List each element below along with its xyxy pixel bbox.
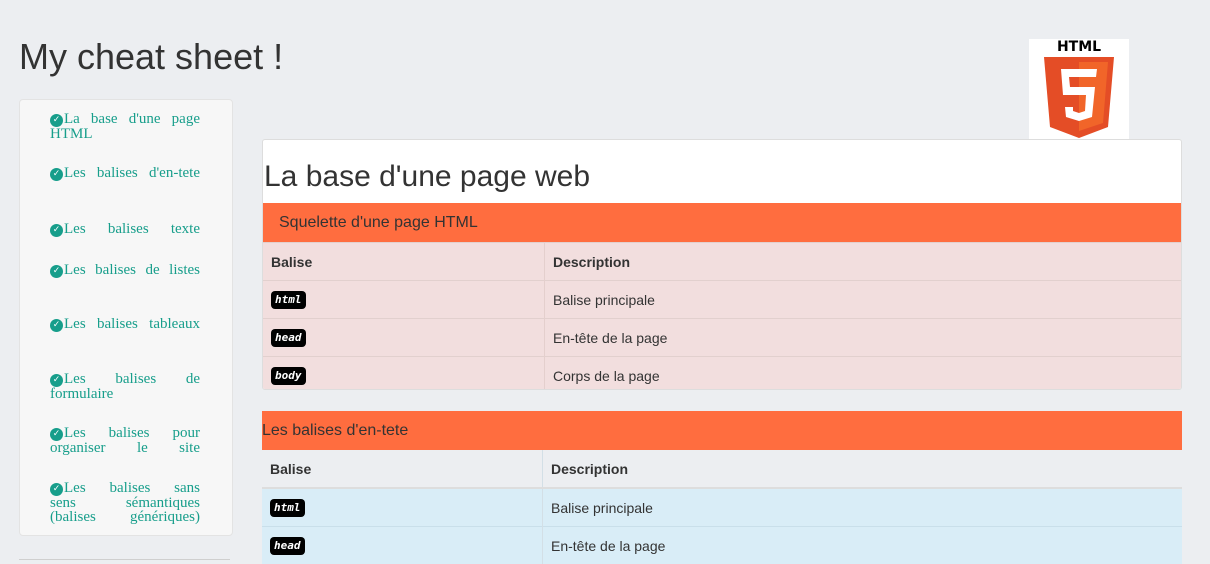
sidebar-nav: ✓La base d'une page HTML ✓Les balises d'… — [19, 99, 233, 536]
tag-code: head — [270, 537, 305, 555]
section-base-page: La base d'une page web Squelette d'une p… — [262, 139, 1182, 390]
sidebar-item-tableaux[interactable]: ✓Les balises tableaux — [50, 317, 200, 332]
tags-table: Balise Description html Balise principal… — [263, 242, 1182, 390]
table-row: head En-tête de la page — [263, 319, 1182, 357]
check-circle-icon: ✓ — [50, 168, 63, 181]
section-title: La base d'une page web — [264, 160, 590, 194]
tag-description: En-tête de la page — [543, 527, 1183, 564]
table-header-row: Balise Description — [262, 450, 1182, 488]
sidebar-item-texte[interactable]: ✓Les balises texte — [50, 222, 200, 237]
tag-description: Corps de la page — [545, 357, 1183, 391]
sidebar-item-entete[interactable]: ✓Les balises d'en-tete — [50, 166, 200, 181]
tag-code: html — [270, 499, 305, 517]
check-circle-icon: ✓ — [50, 319, 63, 332]
table-row: html Balise principale — [262, 488, 1182, 527]
html5-logo: HTML — [1029, 39, 1129, 139]
section-bar-entete: Les balises d'en-tete — [262, 411, 1182, 450]
sidebar-item-label: Les balises de formulaire — [50, 371, 200, 402]
table-row: body Corps de la page — [263, 357, 1182, 391]
tag-description: Balise principale — [543, 488, 1183, 527]
tags-table-entete: Balise Description html Balise principal… — [262, 450, 1182, 564]
page-title: My cheat sheet ! — [19, 36, 283, 78]
sidebar-item-label: La base d'une page HTML — [50, 111, 200, 142]
tag-code: html — [271, 291, 306, 309]
tag-code: body — [271, 367, 306, 385]
sidebar-item-organiser[interactable]: ✓Les balises pour organiser le site — [50, 426, 200, 455]
check-circle-icon: ✓ — [50, 265, 63, 278]
column-header-description: Description — [545, 243, 1183, 281]
table-row: html Balise principale — [263, 281, 1182, 319]
sidebar-item-generiques[interactable]: ✓Les balises sans sens sémantiques (bali… — [50, 481, 200, 524]
tag-code: head — [271, 329, 306, 347]
sidebar-item-base-page[interactable]: ✓La base d'une page HTML — [50, 112, 200, 141]
tag-description: En-tête de la page — [545, 319, 1183, 357]
sidebar-item-label: Les balises d'en-tete — [64, 165, 200, 181]
column-header-balise: Balise — [262, 450, 543, 488]
tag-description: Balise principale — [545, 281, 1183, 319]
column-header-balise: Balise — [263, 243, 545, 281]
table-header-row: Balise Description — [263, 243, 1182, 281]
divider — [19, 559, 230, 560]
check-circle-icon: ✓ — [50, 224, 63, 237]
sidebar-item-listes[interactable]: ✓Les balises de listes — [50, 263, 200, 278]
html5-logo-text: HTML — [1057, 39, 1101, 55]
table-row: head En-tête de la page — [262, 527, 1182, 564]
sidebar-item-label: Les balises de listes — [64, 262, 200, 278]
sidebar-item-label: Les balises pour organiser le site — [50, 425, 200, 456]
sidebar-item-label: Les balises sans sens sémantiques (balis… — [50, 480, 200, 525]
sidebar-item-label: Les balises texte — [64, 221, 200, 237]
section-bar: Squelette d'une page HTML — [263, 203, 1182, 242]
sidebar-item-label: Les balises tableaux — [64, 316, 200, 332]
column-header-description: Description — [543, 450, 1183, 488]
sidebar-item-formulaire[interactable]: ✓Les balises de formulaire — [50, 372, 200, 401]
